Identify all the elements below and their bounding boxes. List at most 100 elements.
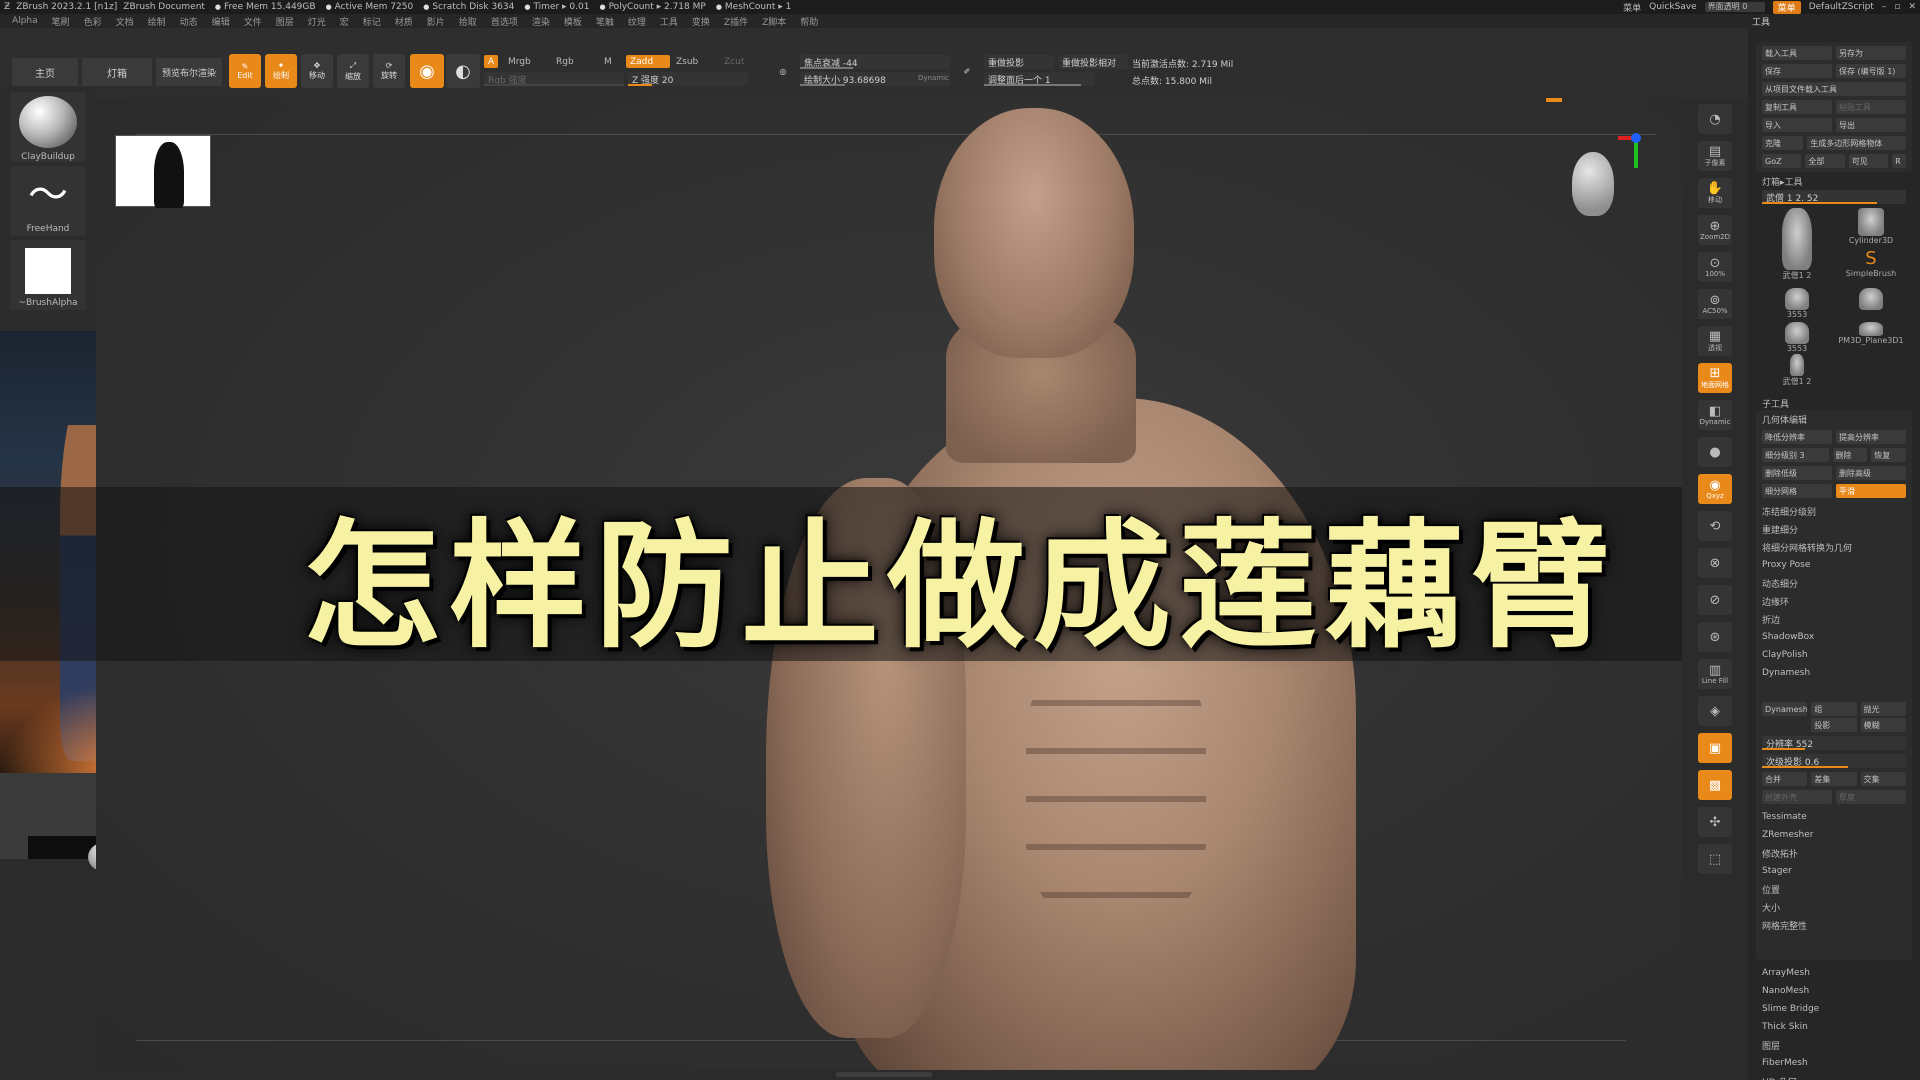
view-button-13[interactable]: ⊘ (1698, 585, 1732, 615)
dynamesh-polish-button[interactable]: 抛光 (1860, 702, 1906, 716)
make-polymesh-button[interactable]: 生成多边形网格物体 (1807, 136, 1906, 150)
geometry-item-1[interactable]: 重建细分 (1762, 522, 1798, 536)
view-button-7[interactable]: ⊞ 地面网格 (1698, 363, 1732, 393)
paste-tool-button[interactable]: 粘贴工具 (1836, 100, 1906, 114)
geometry-lower-item-1[interactable]: ZRemesher (1762, 828, 1814, 842)
geometry-lower-item-6[interactable]: 网格完整性 (1762, 918, 1807, 932)
subtract-button[interactable]: 差集 (1811, 772, 1857, 786)
view-button-9[interactable]: ● (1698, 437, 1732, 467)
mrgb-toggle[interactable]: Mrgb (504, 55, 535, 68)
material-button[interactable]: ◉ (410, 54, 444, 88)
menu-item-14[interactable]: 拾取 (459, 15, 477, 28)
geometry-item-5[interactable]: 边缘环 (1762, 594, 1789, 608)
draw-button[interactable]: ✦ 绘制 (265, 54, 297, 88)
view-button-12[interactable]: ⊗ (1698, 548, 1732, 578)
rgb-intensity-slider[interactable]: Rgb 强度 (484, 72, 624, 86)
tool-thumb-simplebrush[interactable]: S SimpleBrush (1836, 248, 1906, 278)
view-button-1[interactable]: ▤ 子像素 (1698, 141, 1732, 171)
divide-button[interactable]: 细分网格 (1762, 484, 1832, 498)
menu-item-2[interactable]: 色彩 (84, 15, 102, 28)
rotate-button[interactable]: ⟳ 旋转 (373, 54, 405, 88)
view-button-19[interactable]: ✣ (1698, 807, 1732, 837)
palette-subpanel-4[interactable]: 图层 (1762, 1038, 1780, 1052)
zsub-toggle[interactable]: Zsub (672, 55, 702, 68)
geometry-lower-item-4[interactable]: 位置 (1762, 882, 1780, 896)
geometry-item-7[interactable]: ShadowBox (1762, 630, 1814, 644)
palette-subpanel-2[interactable]: Slime Bridge (1762, 1002, 1819, 1016)
tool-thumb-3553-a[interactable]: 3553 (1762, 288, 1832, 319)
geometry-header[interactable]: 几何体编辑 (1762, 412, 1807, 426)
view-button-6[interactable]: ▦ 透视 (1698, 326, 1732, 356)
menu-item-11[interactable]: 标记 (363, 15, 381, 28)
higher-res-button[interactable]: 提高分辨率 (1836, 430, 1906, 444)
transparency-slider[interactable]: 界面透明 0 (1704, 2, 1765, 12)
menu-item-9[interactable]: 灯光 (308, 15, 326, 28)
preview-render-button[interactable]: 预览布尔渲染 (156, 58, 222, 86)
menu-item-20[interactable]: 工具 (660, 15, 678, 28)
focal-shift-icon[interactable]: ◎ (770, 58, 796, 84)
quicksave-button[interactable]: QuickSave (1649, 2, 1697, 12)
subtool-header[interactable]: 子工具 (1762, 396, 1789, 410)
menu-item-4[interactable]: 绘制 (148, 15, 166, 28)
zcut-toggle[interactable]: Zcut (720, 55, 748, 68)
menu-item-3[interactable]: 文档 (116, 15, 134, 28)
bottom-scroll-handle[interactable] (836, 1072, 932, 1077)
geometry-item-6[interactable]: 折边 (1762, 612, 1780, 626)
load-from-project-button[interactable]: 从项目文件载入工具 (1762, 82, 1906, 96)
goz-button[interactable]: GoZ (1762, 154, 1802, 168)
save-button[interactable]: 保存 (1762, 64, 1832, 78)
view-button-8[interactable]: ◧ Dynamic (1698, 400, 1732, 430)
thickness-slider[interactable]: 厚度 (1836, 790, 1906, 804)
geometry-item-9[interactable]: Dynamesh (1762, 666, 1810, 680)
lightbox-button[interactable]: 灯箱 (82, 58, 152, 86)
menus-toggle[interactable]: 菜单 (1623, 1, 1641, 14)
edit-button[interactable]: ✎ Edit (229, 54, 261, 88)
zadd-toggle[interactable]: Zadd (626, 55, 670, 68)
m-toggle[interactable]: M (600, 55, 616, 68)
tool-thumb-figure[interactable] (1836, 288, 1906, 310)
view-button-16[interactable]: ◈ (1698, 696, 1732, 726)
geometry-lower-item-2[interactable]: 修改拓扑 (1762, 846, 1798, 860)
view-button-10[interactable]: ◉ Qxyz (1698, 474, 1732, 504)
dynamic-label[interactable]: Dynamic (918, 74, 949, 82)
save-as-button[interactable]: 另存为 (1836, 46, 1906, 60)
sdiv-slider[interactable]: 细分级别 3 (1762, 448, 1829, 462)
geometry-lower-item-0[interactable]: Tessimate (1762, 810, 1807, 824)
silhouette-thumbnail[interactable] (115, 135, 211, 208)
view-button-20[interactable]: ⬚ (1698, 844, 1732, 874)
geometry-item-3[interactable]: Proxy Pose (1762, 558, 1810, 572)
tool-thumb-cylinder[interactable]: Cylinder3D (1836, 208, 1906, 245)
del-button[interactable]: 删除 (1832, 448, 1868, 462)
menu-item-19[interactable]: 纹理 (628, 15, 646, 28)
menu-item-5[interactable]: 动态 (180, 15, 198, 28)
restore-button[interactable]: 恢复 (1871, 448, 1906, 462)
menu-item-24[interactable]: 帮助 (800, 15, 818, 28)
import-button[interactable]: 导入 (1762, 118, 1832, 132)
z-intensity-slider[interactable]: Z 强度 20 (628, 72, 748, 86)
menu-item-16[interactable]: 渲染 (532, 15, 550, 28)
menu-item-13[interactable]: 影片 (427, 15, 445, 28)
goz-visible-button[interactable]: 可见 (1848, 154, 1889, 168)
alpha-selector[interactable]: ~BrushAlpha (10, 240, 86, 310)
axis-gizmo-icon[interactable] (1608, 128, 1648, 178)
clone-button[interactable]: 克隆 (1762, 136, 1804, 150)
close-icon[interactable]: ✕ (1908, 2, 1916, 12)
scale-button[interactable]: ⤢ 缩放 (337, 54, 369, 88)
home-button[interactable]: 主页 (12, 58, 78, 86)
menu-item-18[interactable]: 笔触 (596, 15, 614, 28)
copy-tool-button[interactable]: 复制工具 (1762, 100, 1832, 114)
color-button[interactable]: ◐ (446, 54, 480, 88)
palette-subpanel-5[interactable]: FiberMesh (1762, 1056, 1808, 1070)
view-button-15[interactable]: ▥ Line Fill (1698, 659, 1732, 689)
menu-orange-button[interactable]: 菜单 (1772, 0, 1801, 14)
save-versioned-button[interactable]: 保存 (编号版 1) (1836, 64, 1906, 78)
del-lower-button[interactable]: 删除低级 (1762, 466, 1832, 480)
dynamesh-resolution-slider[interactable]: 分辨率 552 (1762, 736, 1906, 750)
menu-item-6[interactable]: 编辑 (212, 15, 230, 28)
geometry-item-2[interactable]: 将细分网格转换为几何 (1762, 540, 1852, 554)
brush-selector[interactable]: ClayBuildup (10, 92, 86, 162)
smooth-toggle[interactable]: 平滑 (1836, 484, 1906, 498)
load-tool-button[interactable]: 载入工具 (1762, 46, 1832, 60)
geometry-lower-item-5[interactable]: 大小 (1762, 900, 1780, 914)
a-toggle[interactable]: A (484, 55, 499, 68)
